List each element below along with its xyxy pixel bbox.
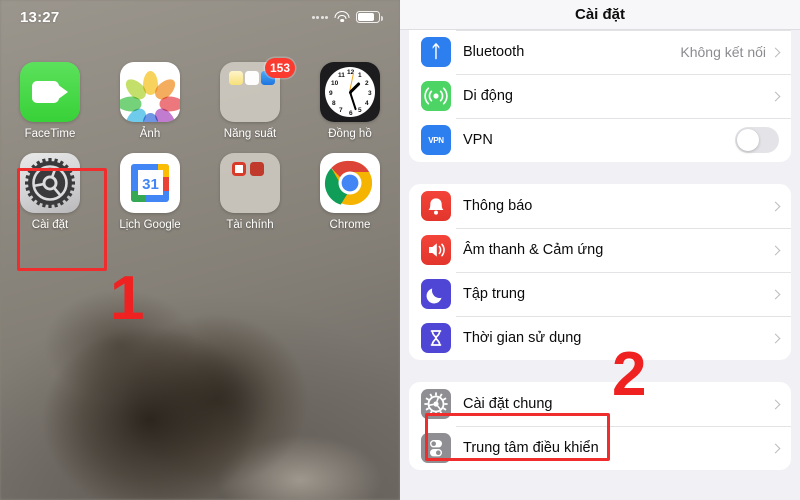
row-label: VPN xyxy=(463,132,493,148)
vpn-toggle[interactable] xyxy=(735,127,779,153)
row-label: Thông báo xyxy=(463,198,533,214)
row-accessory xyxy=(770,289,791,299)
row-label: Di động xyxy=(463,88,513,104)
chevron-right-icon xyxy=(770,399,781,409)
settings-row-sounds[interactable]: Âm thanh & Cảm ứng xyxy=(409,228,791,272)
row-accessory: Không kết nối xyxy=(680,44,791,60)
app-label: Chrome xyxy=(329,219,371,231)
screenshot-root: 13:27 FaceTime Ảnh 153 Năng suất 12 1 2 … xyxy=(0,0,800,500)
highlight-box-settings-app xyxy=(17,168,107,271)
app-folder-finance[interactable]: Tài chính xyxy=(200,153,300,231)
chevron-right-icon xyxy=(770,245,781,255)
status-bar: 13:27 xyxy=(0,0,400,34)
focus-moon-icon xyxy=(421,279,451,309)
annotation-number-1: 1 xyxy=(110,264,145,333)
sound-speaker-icon xyxy=(421,235,451,265)
app-row-1: FaceTime Ảnh 153 Năng suất 12 1 2 3 4 5 … xyxy=(0,58,400,140)
settings-row-bluetooth[interactable]: ᛏ Bluetooth Không kết nối xyxy=(409,30,791,74)
badge-count: 153 xyxy=(264,58,295,78)
battery-icon xyxy=(356,11,383,23)
row-accessory xyxy=(770,443,791,453)
vpn-icon: VPN xyxy=(421,125,451,155)
app-label: Ảnh xyxy=(139,128,161,140)
app-clock[interactable]: 12 1 2 3 4 5 6 7 8 9 10 11 Đồng hồ xyxy=(300,62,400,140)
app-label: Năng suất xyxy=(223,128,277,140)
cellular-icon xyxy=(421,81,451,111)
app-label: Tài chính xyxy=(226,219,274,231)
navigation-bar: Cài đặt xyxy=(400,0,800,30)
settings-row-cellular[interactable]: Di động xyxy=(409,74,791,118)
annotation-number-2: 2 xyxy=(612,340,647,409)
row-accessory xyxy=(770,201,791,211)
row-label: Tập trung xyxy=(463,286,526,302)
chevron-right-icon xyxy=(770,91,781,101)
chevron-right-icon xyxy=(770,47,781,57)
settings-row-vpn[interactable]: VPN VPN xyxy=(409,118,791,162)
row-value: Không kết nối xyxy=(680,44,766,60)
screentime-hourglass-icon xyxy=(421,323,451,353)
app-google-calendar[interactable]: 31 Lịch Google xyxy=(100,153,200,231)
app-photos[interactable]: Ảnh xyxy=(100,62,200,140)
folder-icon[interactable] xyxy=(220,153,280,213)
status-bar-indicators xyxy=(311,11,383,23)
row-accessory xyxy=(770,245,791,255)
row-label: Thời gian sử dụng xyxy=(463,330,582,346)
settings-group-connectivity: ᛏ Bluetooth Không kết nối Di động VPN VP… xyxy=(409,16,791,162)
chevron-right-icon xyxy=(770,443,781,453)
app-folder-productivity[interactable]: 153 Năng suất xyxy=(200,58,300,140)
ios-settings-screen: Cài đặt ᛏ Bluetooth Không kết nối Di độn… xyxy=(400,0,800,500)
row-label: Cài đặt chung xyxy=(463,396,553,412)
app-label: Lịch Google xyxy=(119,219,181,231)
iphone-home-screen: 13:27 FaceTime Ảnh 153 Năng suất 12 1 2 … xyxy=(0,0,400,500)
app-label: Đồng hồ xyxy=(328,128,372,140)
row-accessory xyxy=(770,333,791,343)
row-label: Bluetooth xyxy=(463,44,525,60)
chevron-right-icon xyxy=(770,201,781,211)
notification-bell-icon xyxy=(421,191,451,221)
facetime-icon[interactable] xyxy=(20,62,80,122)
settings-row-notifications[interactable]: Thông báo xyxy=(409,184,791,228)
app-label: FaceTime xyxy=(24,128,76,140)
app-chrome[interactable]: Chrome xyxy=(300,153,400,231)
settings-row-screentime[interactable]: Thời gian sử dụng xyxy=(409,316,791,360)
page-title: Cài đặt xyxy=(574,6,625,23)
settings-group-notifications: Thông báo Âm thanh & Cảm ứng Tập trung T… xyxy=(409,184,791,360)
wifi-icon xyxy=(334,11,350,23)
settings-row-focus[interactable]: Tập trung xyxy=(409,272,791,316)
row-accessory xyxy=(735,127,791,153)
chrome-icon[interactable] xyxy=(320,153,380,213)
highlight-box-general-settings xyxy=(425,413,610,461)
app-facetime[interactable]: FaceTime xyxy=(0,62,100,140)
photos-icon[interactable] xyxy=(120,62,180,122)
status-bar-time: 13:27 xyxy=(20,8,60,26)
chevron-right-icon xyxy=(770,333,781,343)
bluetooth-icon: ᛏ xyxy=(421,37,451,67)
row-label: Âm thanh & Cảm ứng xyxy=(463,242,604,258)
svg-text:31: 31 xyxy=(142,176,159,193)
row-accessory xyxy=(770,399,791,409)
signal-dots-icon xyxy=(311,15,328,19)
google-calendar-icon[interactable]: 31 xyxy=(120,153,180,213)
chevron-right-icon xyxy=(770,289,781,299)
clock-icon[interactable]: 12 1 2 3 4 5 6 7 8 9 10 11 xyxy=(320,62,380,122)
row-accessory xyxy=(770,91,791,101)
